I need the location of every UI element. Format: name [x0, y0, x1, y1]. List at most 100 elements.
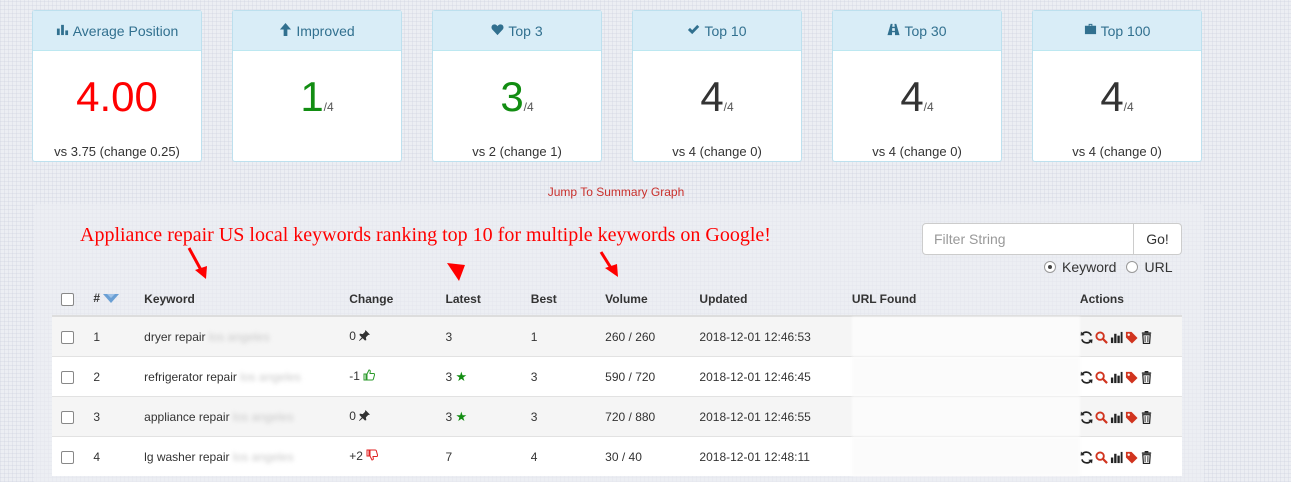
row-volume: 30 / 40 [605, 436, 700, 476]
row-volume: 590 / 720 [605, 356, 700, 397]
num-header[interactable]: # [93, 282, 145, 317]
row-select-cell [52, 396, 94, 437]
stat-card-top-3: Top 3 3/4 vs 2 (change 1) [432, 10, 602, 162]
row-keyword-cell: dryer repair los angeles [144, 315, 350, 357]
row-url-redacted [851, 357, 1080, 396]
keywords-table-body: 1 dryer repair los angeles 0 3 1 260 / 260 20… [52, 315, 1182, 476]
filter-type-radios: Keyword URL [1044, 259, 1182, 275]
card-value: 3/4 [433, 73, 601, 121]
heart-icon [491, 23, 508, 39]
card-header: Top 100 [1033, 11, 1201, 51]
stat-card-top-10: Top 10 4/4 vs 4 (change 0) [632, 10, 802, 162]
row-volume: 260 / 260 [605, 315, 700, 357]
refresh-icon[interactable] [1080, 370, 1093, 384]
row-url-redacted [851, 437, 1080, 476]
row-actions [1079, 356, 1182, 397]
row-keyword-cell: refrigerator repair los angeles [144, 356, 350, 397]
refresh-icon[interactable] [1080, 450, 1093, 464]
row-keyword-cell: lg washer repair los angeles [144, 436, 350, 476]
row-best: 3 [530, 396, 606, 437]
row-checkbox[interactable] [61, 370, 74, 384]
row-checkbox[interactable] [61, 410, 74, 424]
chart-icon[interactable] [1110, 371, 1123, 384]
row-updated: 2018-12-01 12:46:53 [699, 315, 852, 357]
search-icon[interactable] [1095, 451, 1108, 464]
row-change: 0 [349, 409, 356, 424]
annotation-arrow-keyword [187, 247, 207, 279]
card-value: 4/4 [833, 73, 1001, 121]
search-icon[interactable] [1095, 331, 1108, 344]
chart-icon[interactable] [1110, 451, 1123, 464]
chart-icon[interactable] [1110, 411, 1123, 424]
row-keyword-redacted: los angeles [240, 369, 301, 384]
row-keyword[interactable]: dryer repair [144, 330, 205, 344]
row-select-cell [52, 315, 94, 357]
best-header[interactable]: Best [530, 282, 606, 317]
search-icon[interactable] [1095, 411, 1108, 424]
row-change-cell: 0 [349, 396, 446, 437]
latest-header[interactable]: Latest [445, 282, 531, 317]
tag-icon[interactable] [1125, 451, 1138, 464]
row-url-found [851, 356, 1080, 397]
table-row: 4 lg washer repair los angeles +2 7 4 30 / 4… [52, 436, 1182, 476]
row-checkbox[interactable] [61, 450, 74, 464]
row-keyword[interactable]: lg washer repair [144, 450, 229, 464]
refresh-icon[interactable] [1080, 330, 1093, 344]
updated-header[interactable]: Updated [699, 282, 852, 317]
card-value-number: 3 [500, 73, 524, 120]
row-url-redacted [851, 317, 1080, 356]
card-label: Top 10 [704, 22, 747, 39]
jump-to-summary-graph-link[interactable]: Jump To Summary Graph [0, 185, 1232, 199]
row-latest: 3 [445, 409, 453, 424]
keyword-header[interactable]: Keyword [144, 282, 350, 317]
tag-icon[interactable] [1125, 331, 1138, 344]
row-keyword[interactable]: appliance repair [144, 410, 229, 424]
filter-input[interactable] [922, 223, 1134, 255]
tag-icon[interactable] [1125, 411, 1138, 424]
sort-icon[interactable] [103, 292, 120, 306]
row-latest: 3 [445, 329, 453, 344]
row-updated: 2018-12-01 12:46:55 [699, 396, 852, 437]
card-value: 4.00 [33, 73, 201, 121]
row-keyword[interactable]: refrigerator repair [144, 370, 237, 384]
card-compare: vs 2 (change 1) [472, 144, 562, 159]
row-change-cell: +2 [349, 436, 446, 476]
volume-header[interactable]: Volume [605, 282, 700, 317]
refresh-icon[interactable] [1080, 410, 1093, 424]
stat-card-top-100: Top 100 4/4 vs 4 (change 0) [1032, 10, 1202, 162]
row-change: 0 [349, 329, 356, 344]
row-updated: 2018-12-01 12:48:11 [699, 436, 852, 476]
card-label: Average Position [72, 22, 179, 39]
search-icon[interactable] [1095, 371, 1108, 384]
row-select-cell [52, 436, 94, 476]
row-updated: 2018-12-01 12:46:45 [699, 356, 852, 397]
url-found-header[interactable]: URL Found [851, 282, 1080, 317]
trash-icon[interactable] [1140, 410, 1153, 424]
row-checkbox[interactable] [61, 330, 74, 344]
row-select-cell [52, 356, 94, 397]
radio-url-dot[interactable] [1126, 261, 1139, 273]
card-compare: vs 3.75 (change 0.25) [54, 144, 180, 159]
row-latest: 3 [445, 369, 453, 384]
select-all-checkbox[interactable] [61, 292, 74, 306]
arrow-up-icon [279, 22, 296, 39]
row-latest-cell: 3 [445, 315, 531, 357]
card-value: 4/4 [1033, 73, 1201, 121]
thumbs-down-icon [366, 449, 379, 464]
row-change-cell: 0 [349, 315, 446, 357]
row-change: -1 [349, 368, 360, 383]
chart-icon[interactable] [1110, 331, 1123, 344]
row-keyword-redacted: los angeles [232, 449, 294, 464]
trash-icon[interactable] [1140, 370, 1153, 384]
trash-icon[interactable] [1140, 450, 1153, 464]
row-best: 4 [530, 436, 606, 476]
tag-icon[interactable] [1125, 371, 1138, 384]
trash-icon[interactable] [1140, 330, 1153, 344]
go-button[interactable]: Go! [1134, 223, 1182, 255]
radio-keyword-dot[interactable] [1044, 261, 1056, 273]
row-latest: 7 [445, 449, 453, 464]
card-value: 1/4 [233, 73, 401, 121]
change-header[interactable]: Change [349, 282, 446, 317]
radio-keyword[interactable]: Keyword [1044, 259, 1116, 275]
radio-url[interactable]: URL [1126, 259, 1172, 275]
